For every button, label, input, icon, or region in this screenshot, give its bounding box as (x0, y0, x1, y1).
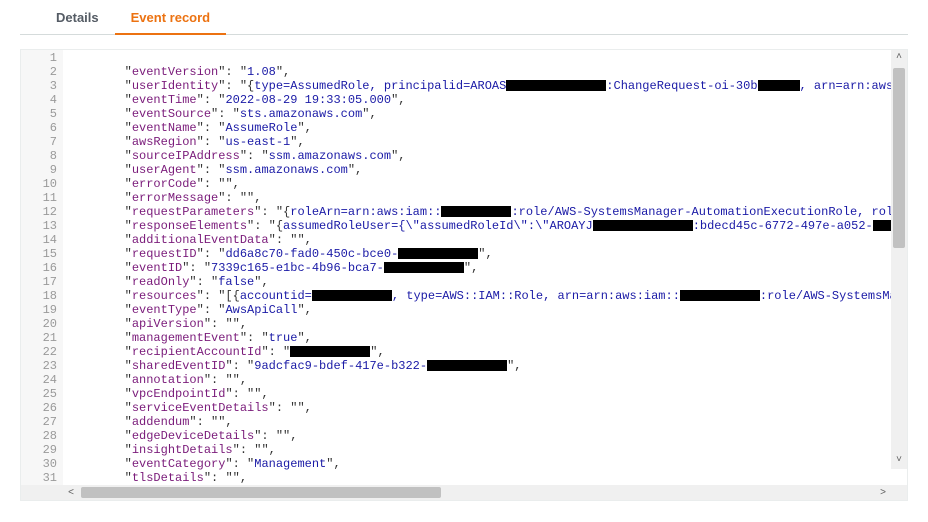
code-line: "eventVersion": "1.08", (67, 65, 907, 79)
code-viewer: 1234567891011121314151617181920212223242… (20, 49, 908, 501)
line-number: 20 (23, 317, 57, 331)
code-line: "errorMessage": "", (67, 191, 907, 205)
scroll-up-arrow-icon[interactable]: ˄ (891, 50, 907, 66)
line-number: 2 (23, 65, 57, 79)
code-line: "errorCode": "", (67, 177, 907, 191)
scroll-down-arrow-icon[interactable]: ˅ (891, 453, 907, 469)
code-line: "eventName": "AssumeRole", (67, 121, 907, 135)
line-number: 16 (23, 261, 57, 275)
code-line: "responseElements": "{assumedRoleUser={\… (67, 219, 907, 233)
code-line: "resources": "[{accountid=, type=AWS::IA… (67, 289, 907, 303)
line-number: 17 (23, 275, 57, 289)
line-number: 13 (23, 219, 57, 233)
tab-details[interactable]: Details (40, 0, 115, 35)
code-line: "userAgent": "ssm.amazonaws.com", (67, 163, 907, 177)
line-number: 23 (23, 359, 57, 373)
line-number: 8 (23, 149, 57, 163)
line-number: 26 (23, 401, 57, 415)
line-number: 27 (23, 415, 57, 429)
tab-event-record[interactable]: Event record (115, 0, 226, 35)
line-number: 15 (23, 247, 57, 261)
line-number: 7 (23, 135, 57, 149)
line-number: 19 (23, 303, 57, 317)
line-number-gutter: 1234567891011121314151617181920212223242… (21, 50, 63, 485)
line-number: 10 (23, 177, 57, 191)
code-line: "readOnly": "false", (67, 275, 907, 289)
line-number: 22 (23, 345, 57, 359)
line-number: 28 (23, 429, 57, 443)
code-line: "awsRegion": "us-east-1", (67, 135, 907, 149)
code-line: "eventSource": "sts.amazonaws.com", (67, 107, 907, 121)
line-number: 18 (23, 289, 57, 303)
code-line: "apiVersion": "", (67, 317, 907, 331)
line-number: 25 (23, 387, 57, 401)
page-root: Details Event record 1234567891011121314… (0, 0, 928, 522)
line-number: 31 (23, 471, 57, 485)
redaction-block (427, 360, 507, 371)
vertical-scroll-thumb[interactable] (893, 68, 905, 248)
redaction-block (384, 262, 464, 273)
line-number: 12 (23, 205, 57, 219)
redaction-block (593, 220, 693, 231)
redaction-block (441, 206, 511, 217)
code-line: "additionalEventData": "", (67, 233, 907, 247)
redaction-block (680, 290, 760, 301)
code-line: "serviceEventDetails": "", (67, 401, 907, 415)
code-editor[interactable]: 1234567891011121314151617181920212223242… (21, 50, 907, 485)
redaction-block (758, 80, 800, 91)
line-number: 9 (23, 163, 57, 177)
horizontal-scrollbar[interactable]: ˂ ˃ (21, 485, 907, 500)
code-line: "recipientAccountId": "", (67, 345, 907, 359)
scroll-right-arrow-icon[interactable]: ˃ (875, 485, 891, 500)
code-line: "sharedEventID": "9adcfac9-bdef-417e-b32… (67, 359, 907, 373)
tab-bar: Details Event record (20, 0, 908, 35)
code-line: "eventCategory": "Management", (67, 457, 907, 471)
line-number: 21 (23, 331, 57, 345)
line-number: 24 (23, 373, 57, 387)
line-number: 4 (23, 93, 57, 107)
line-number: 5 (23, 107, 57, 121)
code-line: "sourceIPAddress": "ssm.amazonaws.com", (67, 149, 907, 163)
line-number: 11 (23, 191, 57, 205)
code-line: "insightDetails": "", (67, 443, 907, 457)
code-line: "requestParameters": "{roleArn=arn:aws:i… (67, 205, 907, 219)
line-number: 6 (23, 121, 57, 135)
code-line: "addendum": "", (67, 415, 907, 429)
redaction-block (312, 290, 392, 301)
code-line: "managementEvent": "true", (67, 331, 907, 345)
code-line: "eventType": "AwsApiCall", (67, 303, 907, 317)
code-line: "userIdentity": "{type=AssumedRole, prin… (67, 79, 907, 93)
code-line: "tlsDetails": "", (67, 471, 907, 485)
code-content[interactable]: "eventVersion": "1.08", "userIdentity": … (63, 50, 907, 485)
vertical-scrollbar[interactable]: ˄ ˅ (891, 50, 907, 469)
code-line: "annotation": "", (67, 373, 907, 387)
redaction-block (290, 346, 370, 357)
code-line: "eventTime": "2022-08-29 19:33:05.000", (67, 93, 907, 107)
code-line: "requestID": "dd6a8c70-fad0-450c-bce0-", (67, 247, 907, 261)
code-line: "eventID": "7339c165-e1bc-4b96-bca7-", (67, 261, 907, 275)
scroll-left-arrow-icon[interactable]: ˂ (63, 485, 79, 500)
line-number: 3 (23, 79, 57, 93)
code-line (67, 51, 907, 65)
code-line: "vpcEndpointId": "", (67, 387, 907, 401)
redaction-block (506, 80, 606, 91)
horizontal-scroll-thumb[interactable] (81, 487, 441, 498)
line-number: 1 (23, 51, 57, 65)
line-number: 30 (23, 457, 57, 471)
line-number: 29 (23, 443, 57, 457)
line-number: 14 (23, 233, 57, 247)
code-line: "edgeDeviceDetails": "", (67, 429, 907, 443)
redaction-block (398, 248, 478, 259)
